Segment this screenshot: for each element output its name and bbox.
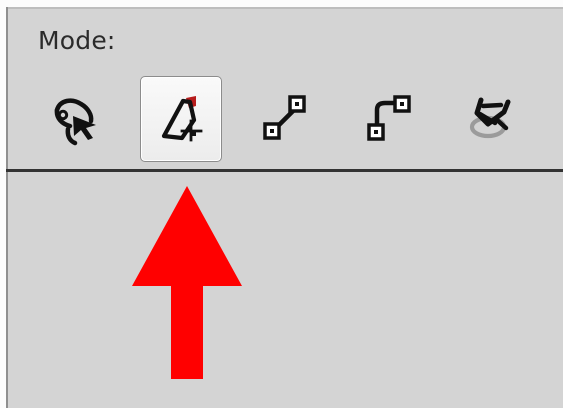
line-connector-icon xyxy=(263,95,306,140)
panel-left-border xyxy=(6,7,8,408)
screenshot-canvas: Mode: xyxy=(0,0,563,408)
toolbar-separator xyxy=(6,169,563,172)
lasso-with-arrow-icon xyxy=(54,98,96,146)
mode-label: Mode: xyxy=(38,26,116,55)
lasso-tool-button[interactable] xyxy=(36,76,118,162)
panel-top-border xyxy=(6,7,563,9)
mode-panel xyxy=(6,7,563,408)
mode-toolbar xyxy=(36,76,536,162)
polygon-lasso-tool-button[interactable] xyxy=(140,76,222,162)
magnetic-lasso-tool-button[interactable] xyxy=(448,76,530,162)
red-up-arrow-icon xyxy=(132,186,242,379)
bent-line-tool-button[interactable] xyxy=(348,76,430,162)
polygon-lasso-icon xyxy=(161,96,203,142)
line-tool-button[interactable] xyxy=(244,76,326,162)
magnet-lasso-icon xyxy=(469,97,511,139)
bent-connector-icon xyxy=(367,95,411,141)
